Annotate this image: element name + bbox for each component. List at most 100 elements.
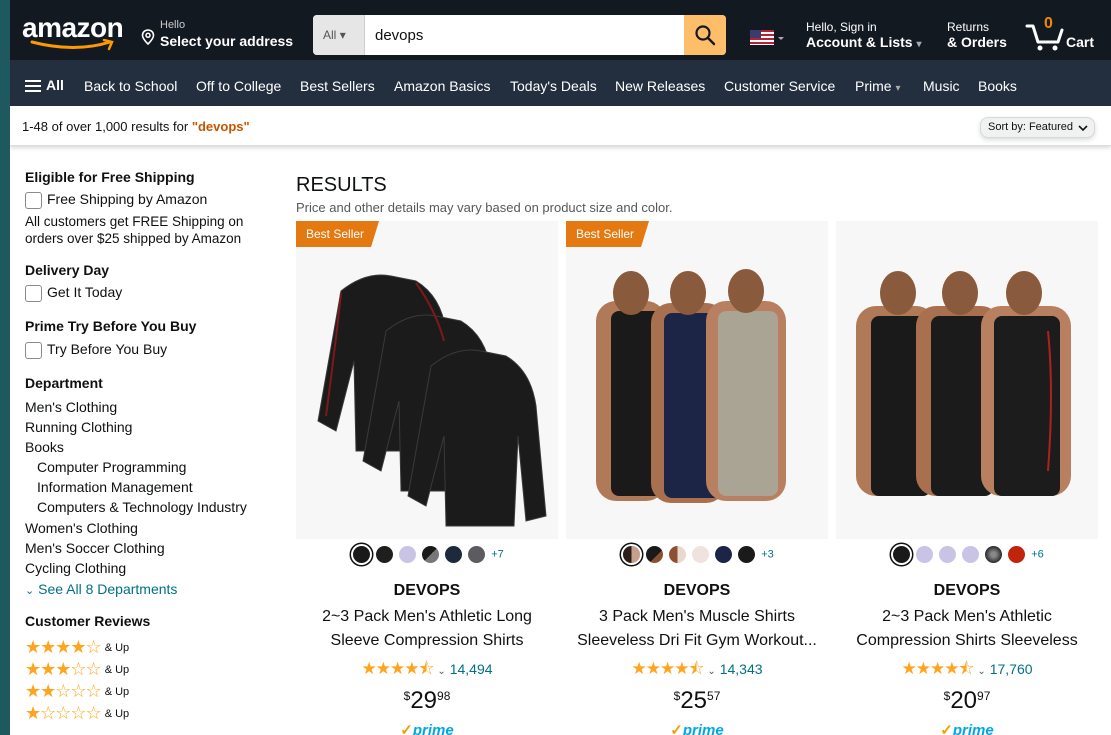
rating-count: 17,760 (989, 661, 1033, 677)
product-title-link[interactable]: 3 Pack Men's Muscle Shirts Sleeveless Dr… (572, 605, 822, 653)
color-swatch[interactable] (893, 546, 911, 563)
department-running-clothing[interactable]: Running Clothing (25, 419, 132, 435)
color-swatch[interactable] (738, 546, 756, 563)
product-rating[interactable]: ★★★★⯪ ⌄ 17,760 (836, 656, 1098, 685)
more-colors-link[interactable]: +6 (1031, 548, 1044, 560)
sort-dropdown[interactable]: Sort by: Featured (980, 117, 1095, 138)
department-computers-technology[interactable]: Computers & Technology Industry (37, 499, 247, 515)
color-swatch[interactable] (646, 546, 664, 563)
product-image[interactable] (836, 221, 1098, 539)
color-swatch[interactable] (669, 546, 687, 563)
color-swatch[interactable] (399, 546, 417, 563)
language-selector[interactable] (750, 28, 786, 48)
returns-orders[interactable]: Returns & Orders (947, 20, 1007, 50)
delivery-heading: Delivery Day (25, 262, 110, 278)
nav-item-best-sellers[interactable]: Best Sellers (300, 78, 375, 94)
rating-count: 14,494 (449, 661, 493, 677)
shipping-note: All customers get FREE Shipping on order… (25, 214, 244, 246)
amazon-logo[interactable]: amazon (22, 12, 134, 52)
nav-all-menu[interactable]: All (25, 77, 64, 95)
see-all-departments-label: See All 8 Departments (38, 581, 178, 597)
color-swatch[interactable] (623, 546, 641, 563)
product-image[interactable]: Best Seller (296, 221, 558, 539)
search-category-dropdown[interactable]: All ▾ (313, 15, 365, 55)
account-lists[interactable]: Hello, Sign in Account & Lists ▾ (806, 20, 922, 53)
prime-label: prime (412, 722, 454, 735)
best-seller-badge: Best Seller (296, 221, 379, 247)
product-brand: DEVOPS (393, 582, 461, 599)
address-label: Select your address (160, 33, 294, 49)
see-all-departments-link[interactable]: ⌄ See All 8 Departments (25, 581, 177, 597)
nav-item-amazon-basics[interactable]: Amazon Basics (394, 78, 490, 94)
check-icon: ✓ (940, 722, 953, 735)
color-swatch[interactable] (985, 546, 1003, 563)
nav-item-customer-service[interactable]: Customer Service (724, 78, 835, 94)
color-swatch[interactable] (939, 546, 957, 563)
product-title-link[interactable]: 2~3 Pack Men's Athletic Long Sleeve Comp… (302, 605, 552, 653)
color-swatch[interactable] (422, 546, 440, 563)
department-womens-clothing[interactable]: Women's Clothing (25, 520, 138, 536)
product-card: +6 DEVOPS 2~3 Pack Men's Athletic Compre… (836, 221, 1098, 735)
product-brand: DEVOPS (933, 582, 1001, 599)
rating-filter-2-up[interactable]: ★★☆☆☆ & Up (25, 681, 129, 702)
rating-filter-3-up[interactable]: ★★★☆☆ & Up (25, 659, 129, 680)
star-rating-icon: ★★★★⯪ (901, 659, 974, 678)
try-before-buy-checkbox[interactable]: Try Before You Buy (25, 341, 167, 359)
product-rating[interactable]: ★★★★⯪ ⌄ 14,494 (296, 656, 558, 685)
rating-filter-4-up[interactable]: ★★★★☆ & Up (25, 637, 129, 658)
star-rating-icon: ★★★★ (25, 637, 87, 657)
account-label: Account & Lists (806, 34, 913, 50)
department-computer-programming[interactable]: Computer Programming (37, 459, 186, 475)
sort-label: Sort by: Featured (988, 121, 1073, 133)
prime-badge: ✓prime (836, 721, 1098, 735)
up-label: & Up (104, 685, 130, 698)
prime-label: prime (682, 722, 724, 735)
amazon-page: amazon Hello Select your address All ▾ d… (10, 0, 1111, 735)
empty-star-icon: ☆☆☆ (55, 681, 101, 701)
color-swatch[interactable] (445, 546, 463, 563)
rating-filter-1-up[interactable]: ★☆☆☆☆ & Up (25, 703, 129, 724)
color-swatch[interactable] (962, 546, 980, 563)
product-image[interactable]: Best Seller (566, 221, 828, 539)
color-swatch[interactable] (692, 546, 710, 563)
cart-button[interactable]: 0 Cart (1025, 15, 1111, 52)
nav-item-prime[interactable]: Prime ▾ (855, 78, 900, 94)
product-brand: DEVOPS (663, 582, 731, 599)
price-cents: 57 (707, 689, 721, 703)
get-it-today-checkbox[interactable]: Get It Today (25, 284, 122, 302)
product-price: $2557 (566, 687, 828, 715)
department-information-management[interactable]: Information Management (37, 479, 193, 495)
price-symbol: $ (403, 689, 411, 703)
department-mens-soccer-clothing[interactable]: Men's Soccer Clothing (25, 540, 165, 556)
department-mens-clothing[interactable]: Men's Clothing (25, 399, 117, 415)
search-input[interactable] (365, 15, 685, 55)
more-colors-link[interactable]: +3 (761, 548, 774, 560)
free-shipping-checkbox[interactable]: Free Shipping by Amazon (25, 191, 207, 209)
color-swatch[interactable] (376, 546, 394, 563)
product-price: $2998 (296, 687, 558, 715)
color-swatch[interactable] (468, 546, 486, 563)
returns-label: Returns (947, 20, 990, 34)
nav-item-music[interactable]: Music (923, 78, 960, 94)
product-title-link[interactable]: 2~3 Pack Men's Athletic Compression Shir… (842, 605, 1092, 653)
more-colors-link[interactable]: +7 (491, 548, 504, 560)
color-swatch[interactable] (916, 546, 934, 563)
department-books[interactable]: Books (25, 439, 64, 455)
search-button[interactable] (684, 15, 726, 55)
nav-item-todays-deals[interactable]: Today's Deals (510, 78, 597, 94)
nav-item-off-to-college[interactable]: Off to College (196, 78, 281, 94)
star-rating-icon: ★★★ (25, 659, 71, 679)
color-swatch[interactable] (353, 546, 371, 563)
address-hello: Hello (160, 19, 186, 31)
nav-item-back-to-school[interactable]: Back to School (84, 78, 177, 94)
product-rating[interactable]: ★★★★⯪ ⌄ 14,343 (566, 656, 828, 685)
color-swatches: +7 (296, 546, 558, 572)
shipping-heading: Eligible for Free Shipping (25, 169, 195, 185)
nav-item-books[interactable]: Books (978, 78, 1017, 94)
nav-item-new-releases[interactable]: New Releases (615, 78, 705, 94)
department-cycling-clothing[interactable]: Cycling Clothing (25, 560, 126, 576)
color-swatch[interactable] (715, 546, 733, 563)
chevron-down-icon: ▾ (339, 28, 346, 42)
color-swatch[interactable] (1008, 546, 1026, 563)
account-greeting: Hello, Sign in (806, 20, 877, 34)
